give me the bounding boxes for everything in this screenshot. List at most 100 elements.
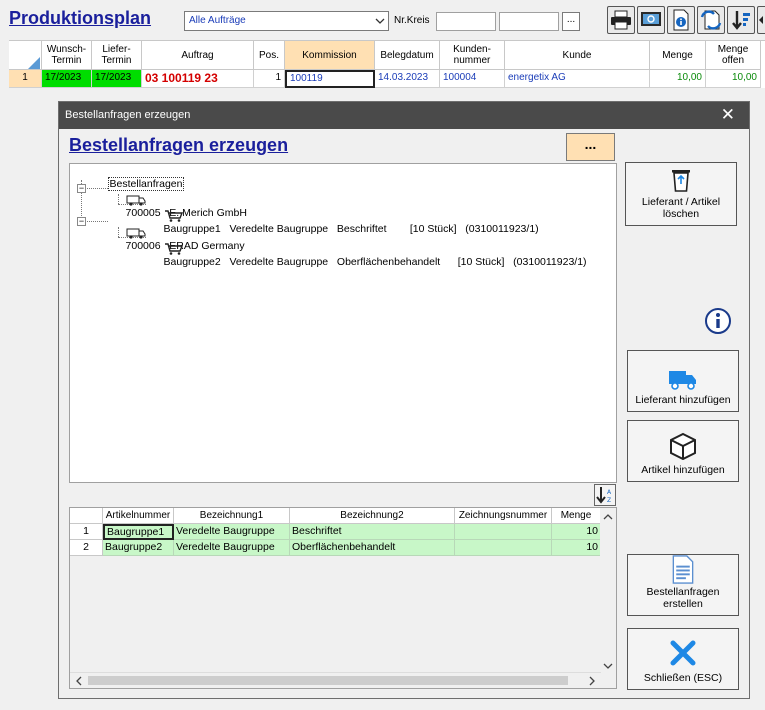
close-icon[interactable]: ✕ — [721, 105, 735, 125]
print-button[interactable] — [607, 6, 635, 34]
info-icon[interactable] — [704, 307, 732, 335]
request-tree[interactable]: Bestellanfragen − − 700005 E. Merich Gmb… — [69, 163, 617, 483]
cell-kundennummer[interactable]: 100004 — [440, 70, 505, 88]
col-menge[interactable]: Menge — [552, 508, 601, 524]
cart-icon — [164, 243, 183, 255]
add-article-button[interactable]: Artikel hinzufügen — [627, 420, 739, 482]
cell-kommission[interactable]: 100119 — [285, 70, 375, 88]
nrkreis-browse-button[interactable]: ... — [562, 12, 580, 31]
col-artikelnummer[interactable]: Artikelnummer — [103, 508, 174, 524]
order-filter-select[interactable]: Alle Aufträge — [184, 11, 389, 31]
printer-icon — [611, 10, 631, 30]
create-requests-label: Bestellanfragen erstellen — [646, 586, 720, 610]
col-menge[interactable]: Menge — [650, 41, 706, 70]
cell-artikelnummer[interactable]: Baugruppe2 — [103, 540, 174, 556]
tree-line — [84, 188, 108, 189]
add-article-label: Artikel hinzufügen — [641, 464, 725, 476]
cell-menge[interactable]: 10 — [552, 524, 601, 540]
tree-collapse-toggle[interactable]: − — [77, 217, 86, 226]
page-title: Produktionsplan — [9, 8, 152, 28]
header-corner — [70, 508, 103, 524]
tree-collapse-toggle[interactable]: − — [77, 184, 86, 193]
article-table-header: Artikelnummer Bezeichnung1 Bezeichnung2 … — [70, 508, 616, 524]
dialog-titlebar: Bestellanfragen erzeugen ✕ — [59, 102, 749, 129]
grid-corner-cell[interactable] — [9, 41, 42, 70]
nrkreis-label: Nr.Kreis — [394, 15, 430, 26]
grid-sort-button[interactable]: A Z — [594, 484, 616, 506]
delete-button-label: Lieferant / Artikel löschen — [641, 196, 721, 220]
article-table[interactable]: Artikelnummer Bezeichnung1 Bezeichnung2 … — [69, 507, 617, 689]
info-button[interactable] — [667, 6, 695, 34]
col-wunsch-termin[interactable]: Wunsch- Termin — [42, 41, 92, 70]
close-dialog-label: Schließen (ESC) — [643, 672, 723, 684]
cell-zeichnungsnummer[interactable] — [455, 540, 552, 556]
delivery-truck-icon — [669, 371, 696, 390]
truck-icon — [126, 195, 146, 206]
cell-belegdatum[interactable]: 14.03.2023 — [375, 70, 440, 88]
sort-arrow-icon — [732, 11, 750, 30]
sync-button[interactable] — [697, 6, 725, 34]
nrkreis-to-input[interactable] — [499, 12, 559, 31]
add-supplier-button[interactable]: Lieferant hinzufügen — [627, 350, 739, 412]
svg-text:Z: Z — [607, 497, 611, 504]
cell-bezeichnung2[interactable]: Oberflächenbehandelt — [290, 540, 455, 556]
scroll-down-icon[interactable] — [600, 659, 616, 673]
table-row[interactable]: 2 Baugruppe2 Veredelte Baugruppe Oberflä… — [70, 540, 616, 556]
cell-liefer-termin[interactable]: 17/2023 — [92, 70, 142, 88]
row-number: 1 — [9, 70, 42, 88]
cell-wunsch-termin[interactable]: 17/2023 — [42, 70, 92, 88]
cell-bezeichnung2[interactable]: Beschriftet — [290, 524, 455, 540]
col-kundennummer[interactable]: Kunden- nummer — [440, 41, 505, 70]
scroll-right-icon[interactable] — [585, 673, 599, 689]
dialog-options-button[interactable]: ... — [566, 133, 615, 161]
cell-menge-offen[interactable]: 10,00 — [706, 70, 761, 88]
cell-menge[interactable]: 10 — [552, 540, 601, 556]
col-bezeichnung1[interactable]: Bezeichnung1 — [174, 508, 290, 524]
document-icon — [672, 555, 694, 584]
nrkreis-from-input[interactable] — [436, 12, 496, 31]
col-liefer-termin[interactable]: Liefer- Termin — [92, 41, 142, 70]
cell-artikelnummer[interactable]: Baugruppe1 — [103, 524, 174, 540]
scroll-thumb[interactable] — [88, 676, 568, 685]
delete-supplier-article-button[interactable]: Lieferant / Artikel löschen — [625, 162, 737, 226]
row-number: 1 — [70, 524, 103, 540]
cell-pos[interactable]: 1 — [254, 70, 285, 88]
dialog-heading: Bestellanfragen erzeugen — [69, 135, 289, 155]
close-dialog-button[interactable]: Schließen (ESC) — [627, 628, 739, 690]
sort-az-icon: A Z — [596, 487, 612, 504]
recycle-bin-icon — [672, 170, 690, 192]
truck-icon — [126, 228, 146, 239]
cell-auftrag[interactable]: 03 100119 23 — [142, 70, 254, 88]
refresh-button[interactable] — [637, 6, 665, 34]
more-toolbar-button[interactable] — [757, 6, 765, 34]
col-bezeichnung2[interactable]: Bezeichnung2 — [290, 508, 455, 524]
table-row[interactable]: 1 17/2023 17/2023 03 100119 23 1 100119 … — [9, 70, 765, 88]
tree-article-node[interactable]: Baugruppe2 Veredelte Baugruppe Oberfläch… — [146, 231, 587, 280]
horizontal-scrollbar[interactable] — [70, 672, 601, 688]
col-belegdatum[interactable]: Belegdatum — [375, 41, 440, 70]
vertical-scrollbar[interactable] — [600, 508, 616, 673]
cell-bezeichnung1[interactable]: Veredelte Baugruppe — [174, 524, 290, 540]
col-pos[interactable]: Pos. — [254, 41, 285, 70]
tree-line — [84, 221, 108, 222]
row-number: 2 — [70, 540, 103, 556]
cell-zeichnungsnummer[interactable] — [455, 524, 552, 540]
chevron-down-icon — [375, 18, 385, 24]
cell-kunde[interactable]: energetix AG — [505, 70, 650, 88]
cell-menge[interactable]: 10,00 — [650, 70, 706, 88]
col-auftrag[interactable]: Auftrag — [142, 41, 254, 70]
scroll-left-icon[interactable] — [72, 673, 86, 689]
col-menge-offen[interactable]: Menge offen — [706, 41, 761, 70]
arrow-left-right-icon — [759, 16, 763, 24]
col-kunde[interactable]: Kunde — [505, 41, 650, 70]
table-row[interactable]: 1 Baugruppe1 Veredelte Baugruppe Beschri… — [70, 524, 616, 540]
add-supplier-label: Lieferant hinzufügen — [635, 394, 731, 406]
create-requests-button[interactable]: Bestellanfragen erstellen — [627, 554, 739, 616]
production-grid-header: Wunsch- Termin Liefer- Termin Auftrag Po… — [9, 40, 765, 70]
sort-desc-button[interactable] — [727, 6, 755, 34]
refresh-screen-icon — [641, 12, 661, 26]
cell-bezeichnung1[interactable]: Veredelte Baugruppe — [174, 540, 290, 556]
scroll-up-icon[interactable] — [600, 510, 616, 524]
col-kommission[interactable]: Kommission — [285, 41, 375, 70]
col-zeichnungsnummer[interactable]: Zeichnungsnummer — [455, 508, 552, 524]
